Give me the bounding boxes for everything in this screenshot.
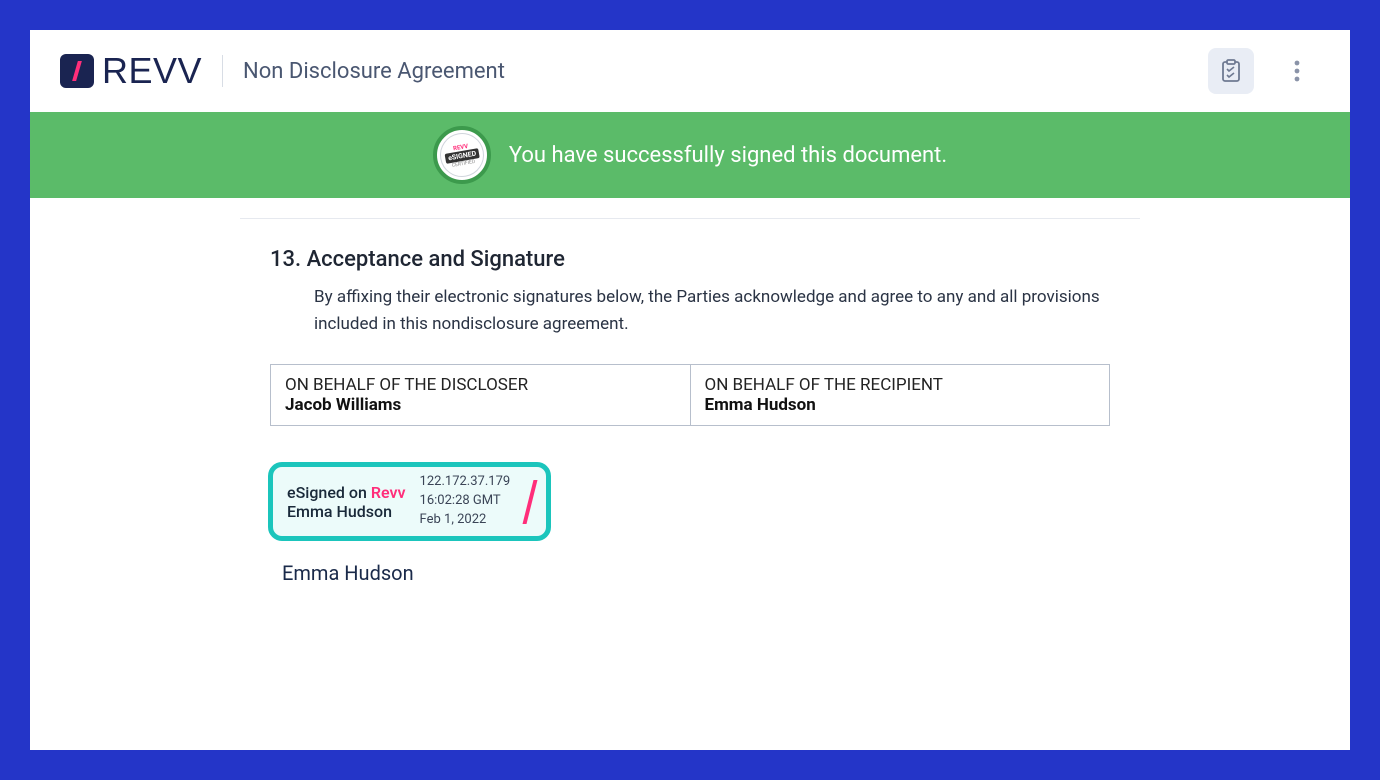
esign-metadata: 122.172.37.179 16:02:28 GMT Feb 1, 2022 <box>420 473 511 530</box>
signer-display-name: Emma Hudson <box>282 561 1110 585</box>
header-bar: REVV Non Disclosure Agreement <box>30 30 1350 112</box>
title-divider <box>222 55 223 87</box>
esign-slash-icon <box>523 480 538 524</box>
clipboard-icon <box>1220 59 1242 83</box>
kebab-icon <box>1294 60 1300 82</box>
section-divider <box>240 218 1140 219</box>
more-options-button[interactable] <box>1274 48 1320 94</box>
section-heading: 13. Acceptance and Signature <box>270 247 1110 272</box>
success-banner: REVV eSIGNED CERTIFIED You have successf… <box>30 112 1350 198</box>
esign-date: Feb 1, 2022 <box>420 511 511 530</box>
recipient-name: Emma Hudson <box>705 395 816 415</box>
app-window: REVV Non Disclosure Agreement REVV <box>30 30 1350 750</box>
esign-time: 16:02:28 GMT <box>420 492 511 511</box>
logo-mark-icon <box>60 54 94 88</box>
recipient-role: ON BEHALF OF THE RECIPIENT <box>705 375 1096 395</box>
document-page: 13. Acceptance and Signature By affixing… <box>240 218 1140 750</box>
esign-signer-name: Emma Hudson <box>287 502 406 521</box>
recipient-cell: ON BEHALF OF THE RECIPIENT Emma Hudson <box>690 365 1110 426</box>
esign-prefix: eSigned on <box>287 483 371 502</box>
activity-log-button[interactable] <box>1208 48 1254 94</box>
document-viewport: 13. Acceptance and Signature By affixing… <box>30 198 1350 750</box>
discloser-name: Jacob Williams <box>285 395 401 415</box>
section-body-text: By affixing their electronic signatures … <box>314 284 1110 338</box>
brand-name: REVV <box>102 50 202 92</box>
discloser-cell: ON BEHALF OF THE DISCLOSER Jacob William… <box>271 365 691 426</box>
discloser-role: ON BEHALF OF THE DISCLOSER <box>285 375 676 395</box>
esigned-stamp-icon: REVV eSIGNED CERTIFIED <box>433 126 491 184</box>
document-title: Non Disclosure Agreement <box>243 59 505 84</box>
esignature-stamp: eSigned on Revv Emma Hudson 122.172.37.1… <box>268 462 551 541</box>
parties-table: ON BEHALF OF THE DISCLOSER Jacob William… <box>270 364 1110 426</box>
esign-provider-line: eSigned on Revv <box>287 483 406 502</box>
esign-ip: 122.172.37.179 <box>420 473 511 492</box>
brand-logo[interactable]: REVV <box>60 50 202 92</box>
esign-brand: Revv <box>371 483 406 502</box>
table-row: ON BEHALF OF THE DISCLOSER Jacob William… <box>271 365 1110 426</box>
success-message: You have successfully signed this docume… <box>509 143 947 168</box>
